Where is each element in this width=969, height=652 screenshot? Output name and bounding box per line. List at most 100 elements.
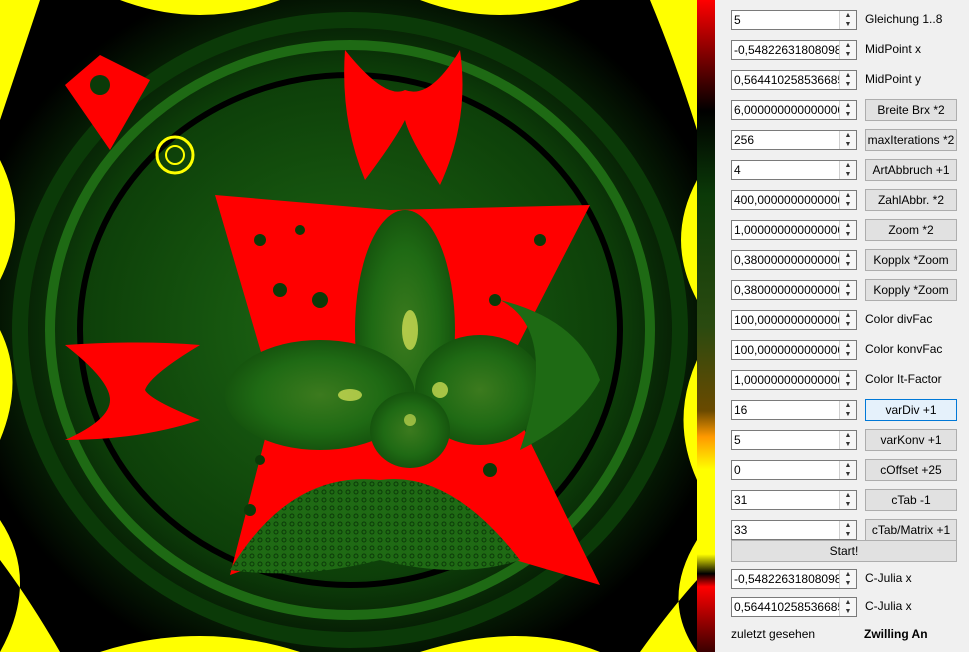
spin-up-icon[interactable]: ▲: [840, 101, 856, 110]
maxit-input[interactable]: [734, 132, 840, 148]
spin-up-icon[interactable]: ▲: [840, 371, 856, 380]
zoom-input[interactable]: [734, 222, 840, 238]
maxit-spinbox[interactable]: ▲▼: [731, 130, 857, 150]
zahlabbr-button[interactable]: ZahlAbbr. *2: [865, 189, 957, 211]
ctabmatrix-spinbox[interactable]: ▲▼: [731, 520, 857, 540]
vardiv-spinbox[interactable]: ▲▼: [731, 400, 857, 420]
spin-down-icon[interactable]: ▼: [840, 200, 856, 209]
konvfac-input[interactable]: [734, 342, 840, 358]
breite-spinbox[interactable]: ▲▼: [731, 100, 857, 120]
kopply-input[interactable]: [734, 282, 840, 298]
spin-down-icon[interactable]: ▼: [840, 440, 856, 449]
spin-down-icon[interactable]: ▼: [840, 410, 856, 419]
spin-down-icon[interactable]: ▼: [840, 20, 856, 29]
ctab-spinbox[interactable]: ▲▼: [731, 490, 857, 510]
row-artabbruch: ▲▼ ArtAbbruch +1: [731, 159, 969, 182]
midy-input[interactable]: [734, 72, 840, 88]
spin-down-icon[interactable]: ▼: [840, 260, 856, 269]
kopply-button[interactable]: Kopply *Zoom: [865, 279, 957, 301]
spin-down-icon[interactable]: ▼: [840, 320, 856, 329]
itfactor-spinbox[interactable]: ▲▼: [731, 370, 857, 390]
cjuliax1-spinbox[interactable]: ▲▼: [731, 569, 857, 589]
spin-up-icon[interactable]: ▲: [840, 131, 856, 140]
zoom-button[interactable]: Zoom *2: [865, 219, 957, 241]
maxit-button[interactable]: maxIterations *2: [865, 129, 957, 151]
spin-up-icon[interactable]: ▲: [840, 11, 856, 20]
breite-button[interactable]: Breite Brx *2: [865, 99, 957, 121]
zahlabbr-spinbox[interactable]: ▲▼: [731, 190, 857, 210]
spin-down-icon[interactable]: ▼: [840, 470, 856, 479]
spin-up-icon[interactable]: ▲: [840, 598, 856, 607]
gleichung-spinbox[interactable]: ▲▼: [731, 10, 857, 30]
ctabmatrix-button[interactable]: cTab/Matrix +1: [865, 519, 957, 541]
divfac-input[interactable]: [734, 312, 840, 328]
kopplx-button[interactable]: Kopplx *Zoom: [865, 249, 957, 271]
vardiv-input[interactable]: [734, 402, 840, 418]
ctabmatrix-input[interactable]: [734, 522, 840, 538]
divfac-spinbox[interactable]: ▲▼: [731, 310, 857, 330]
itfactor-input[interactable]: [734, 372, 840, 388]
last-seen-label: zuletzt gesehen: [731, 627, 816, 641]
spin-down-icon[interactable]: ▼: [840, 500, 856, 509]
spin-up-icon[interactable]: ▲: [840, 570, 856, 579]
spin-up-icon[interactable]: ▲: [840, 71, 856, 80]
varkonv-button[interactable]: varKonv +1: [865, 429, 957, 451]
vardiv-button[interactable]: varDiv +1: [865, 399, 957, 421]
spin-down-icon[interactable]: ▼: [840, 530, 856, 539]
cjuliax1-input[interactable]: [734, 571, 840, 587]
midy-spinbox[interactable]: ▲▼: [731, 70, 857, 90]
spin-up-icon[interactable]: ▲: [840, 401, 856, 410]
spin-down-icon[interactable]: ▼: [840, 140, 856, 149]
start-button[interactable]: Start!: [731, 540, 957, 562]
fractal-canvas[interactable]: [0, 0, 697, 652]
spin-down-icon[interactable]: ▼: [840, 170, 856, 179]
ctab-button[interactable]: cTab -1: [865, 489, 957, 511]
spin-down-icon[interactable]: ▼: [840, 350, 856, 359]
kopply-spinbox[interactable]: ▲▼: [731, 280, 857, 300]
spin-up-icon[interactable]: ▲: [840, 341, 856, 350]
midx-spinbox[interactable]: ▲▼: [731, 40, 857, 60]
gleichung-input[interactable]: [734, 12, 840, 28]
spin-up-icon[interactable]: ▲: [840, 191, 856, 200]
ctab-input[interactable]: [734, 492, 840, 508]
spin-down-icon[interactable]: ▼: [840, 380, 856, 389]
coffset-spinbox[interactable]: ▲▼: [731, 460, 857, 480]
spin-up-icon[interactable]: ▲: [840, 521, 856, 530]
spin-down-icon[interactable]: ▼: [840, 80, 856, 89]
artabbruch-input[interactable]: [734, 162, 840, 178]
midx-input[interactable]: [734, 42, 840, 58]
breite-input[interactable]: [734, 102, 840, 118]
spin-down-icon[interactable]: ▼: [840, 230, 856, 239]
varkonv-spinbox[interactable]: ▲▼: [731, 430, 857, 450]
artabbruch-button[interactable]: ArtAbbruch +1: [865, 159, 957, 181]
spin-down-icon[interactable]: ▼: [840, 607, 856, 616]
spin-down-icon[interactable]: ▼: [840, 290, 856, 299]
spin-up-icon[interactable]: ▲: [840, 461, 856, 470]
spin-down-icon[interactable]: ▼: [840, 579, 856, 588]
coffset-input[interactable]: [734, 462, 840, 478]
row-zahlabbr: ▲▼ ZahlAbbr. *2: [731, 189, 969, 212]
spin-up-icon[interactable]: ▲: [840, 221, 856, 230]
kopplx-spinbox[interactable]: ▲▼: [731, 250, 857, 270]
cjuliax2-label: C-Julia x: [865, 599, 912, 613]
spin-up-icon[interactable]: ▲: [840, 41, 856, 50]
spin-up-icon[interactable]: ▲: [840, 281, 856, 290]
spin-down-icon[interactable]: ▼: [840, 50, 856, 59]
spin-up-icon[interactable]: ▲: [840, 311, 856, 320]
kopplx-input[interactable]: [734, 252, 840, 268]
konvfac-spinbox[interactable]: ▲▼: [731, 340, 857, 360]
artabbruch-spinbox[interactable]: ▲▼: [731, 160, 857, 180]
spin-up-icon[interactable]: ▲: [840, 251, 856, 260]
spin-up-icon[interactable]: ▲: [840, 431, 856, 440]
spin-up-icon[interactable]: ▲: [840, 161, 856, 170]
divfac-label: Color divFac: [865, 312, 933, 326]
spin-up-icon[interactable]: ▲: [840, 491, 856, 500]
cjuliax2-spinbox[interactable]: ▲▼: [731, 597, 857, 617]
coffset-button[interactable]: cOffset +25: [865, 459, 957, 481]
itfactor-label: Color It-Factor: [865, 372, 942, 386]
zahlabbr-input[interactable]: [734, 192, 840, 208]
cjuliax2-input[interactable]: [734, 599, 840, 615]
spin-down-icon[interactable]: ▼: [840, 110, 856, 119]
varkonv-input[interactable]: [734, 432, 840, 448]
zoom-spinbox[interactable]: ▲▼: [731, 220, 857, 240]
